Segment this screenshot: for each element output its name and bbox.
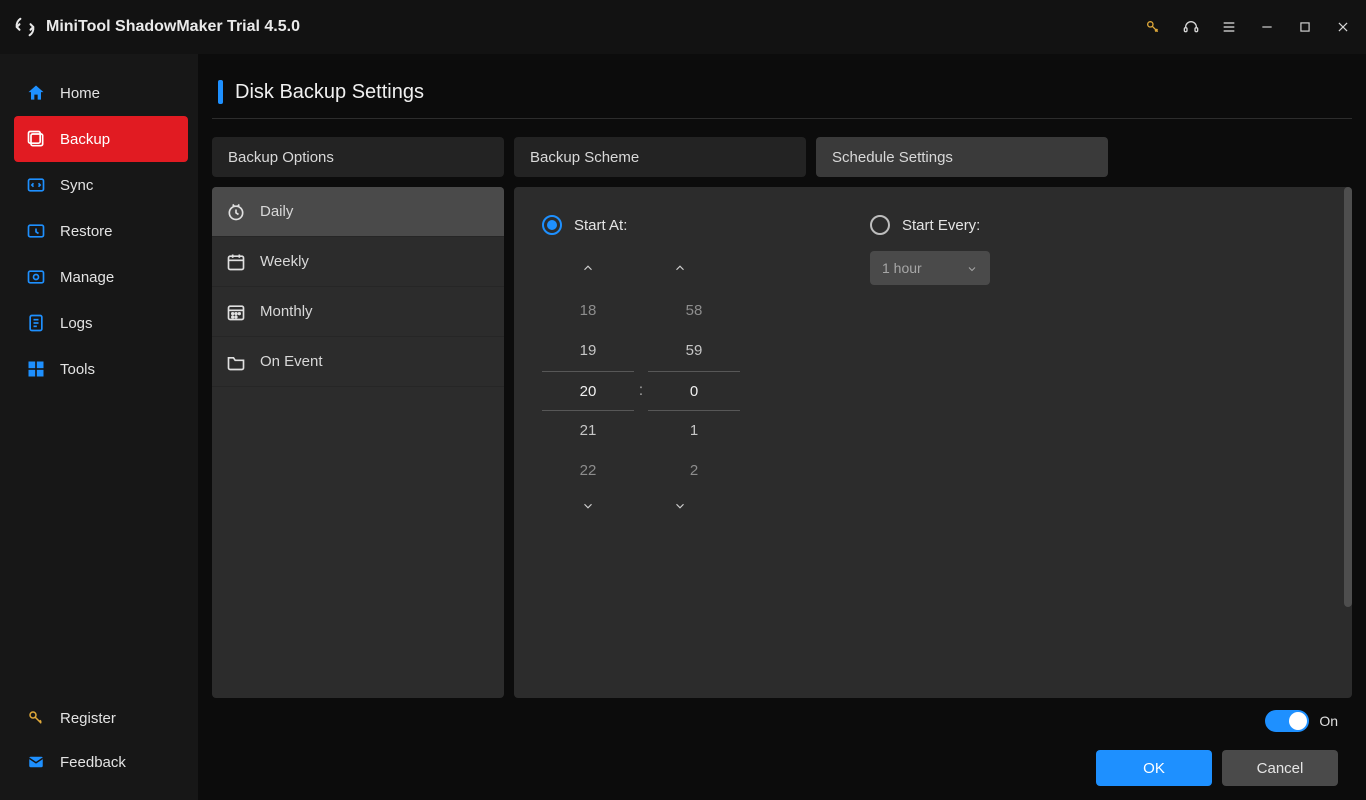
hour-selected: 20 [542, 371, 634, 411]
interval-dropdown[interactable]: 1 hour [870, 251, 990, 285]
hour-option: 18 [542, 291, 634, 331]
radio-label: Start At: [574, 217, 627, 234]
footer: On OK Cancel [212, 698, 1352, 786]
tab-label: Backup Scheme [530, 149, 639, 166]
titlebar: MiniTool ShadowMaker Trial 4.5.0 [0, 0, 1366, 54]
sidebar-item-backup[interactable]: Backup [14, 116, 188, 162]
cancel-button[interactable]: Cancel [1222, 750, 1338, 786]
sidebar-item-label: Home [60, 85, 100, 102]
minute-wheel[interactable]: 58 59 0 1 2 [648, 291, 740, 491]
schedule-config-panel: Start At: 18 19 20 [514, 187, 1352, 698]
subtab-label: Monthly [260, 303, 313, 320]
hour-option: 19 [542, 331, 634, 371]
upgrade-key-icon[interactable] [1144, 18, 1162, 36]
sidebar-item-tools[interactable]: Tools [14, 346, 188, 392]
subtab-label: Weekly [260, 253, 309, 270]
sync-icon [26, 175, 46, 195]
tab-backup-options[interactable]: Backup Options [212, 137, 504, 177]
hour-increase-button[interactable] [542, 253, 634, 283]
subtab-daily[interactable]: Daily [212, 187, 504, 237]
sidebar-item-label: Tools [60, 361, 95, 378]
radio-label: Start Every: [902, 217, 980, 234]
register-key-icon [26, 708, 46, 728]
calendar-month-icon [226, 302, 246, 322]
close-icon[interactable] [1334, 18, 1352, 36]
hour-wheel[interactable]: 18 19 20 21 22 [542, 291, 634, 491]
sidebar-item-register[interactable]: Register [14, 696, 188, 740]
minute-option: 1 [648, 411, 740, 451]
minute-option: 59 [648, 331, 740, 371]
sidebar: Home Backup Sync Restore Manage Logs [0, 54, 198, 800]
feedback-mail-icon [26, 752, 46, 772]
clock-icon [226, 202, 246, 222]
page-header-accent [218, 80, 223, 104]
maximize-icon[interactable] [1296, 18, 1314, 36]
time-separator: : [634, 291, 648, 491]
tab-label: Schedule Settings [832, 149, 953, 166]
sidebar-item-label: Backup [60, 131, 110, 148]
dropdown-value: 1 hour [882, 260, 922, 276]
backup-icon [26, 129, 46, 149]
minute-decrease-button[interactable] [634, 491, 726, 521]
sidebar-item-home[interactable]: Home [14, 70, 188, 116]
hour-decrease-button[interactable] [542, 491, 634, 521]
subtab-label: Daily [260, 203, 293, 220]
content-area: Disk Backup Settings Backup Options Back… [198, 54, 1366, 800]
sidebar-item-label: Sync [60, 177, 93, 194]
sidebar-item-sync[interactable]: Sync [14, 162, 188, 208]
tab-label: Backup Options [228, 149, 334, 166]
minute-option: 58 [648, 291, 740, 331]
support-icon[interactable] [1182, 18, 1200, 36]
sidebar-item-restore[interactable]: Restore [14, 208, 188, 254]
radio-circle-icon [542, 215, 562, 235]
radio-start-at[interactable]: Start At: [542, 215, 740, 235]
sidebar-item-logs[interactable]: Logs [14, 300, 188, 346]
schedule-enabled-toggle[interactable] [1265, 710, 1309, 732]
app-title: MiniTool ShadowMaker Trial 4.5.0 [46, 18, 300, 36]
tab-schedule-settings[interactable]: Schedule Settings [816, 137, 1108, 177]
subtab-label: On Event [260, 353, 323, 370]
folder-icon [226, 352, 246, 372]
time-picker: 18 19 20 21 22 : [542, 253, 740, 521]
tools-icon [26, 359, 46, 379]
subtab-on-event[interactable]: On Event [212, 337, 504, 387]
sidebar-item-label: Logs [60, 315, 93, 332]
calendar-week-icon [226, 252, 246, 272]
home-icon [26, 83, 46, 103]
sidebar-item-manage[interactable]: Manage [14, 254, 188, 300]
page-title: Disk Backup Settings [235, 81, 424, 104]
sidebar-item-feedback[interactable]: Feedback [14, 740, 188, 784]
minute-option: 2 [648, 451, 740, 491]
schedule-subtabs-panel: Daily Weekly Monthly On Event [212, 187, 504, 698]
ok-button[interactable]: OK [1096, 750, 1212, 786]
tab-backup-scheme[interactable]: Backup Scheme [514, 137, 806, 177]
hour-option: 21 [542, 411, 634, 451]
hour-option: 22 [542, 451, 634, 491]
radio-circle-icon [870, 215, 890, 235]
restore-icon [26, 221, 46, 241]
sidebar-item-label: Feedback [60, 754, 126, 771]
minute-increase-button[interactable] [634, 253, 726, 283]
logs-icon [26, 313, 46, 333]
page-header: Disk Backup Settings [212, 74, 1352, 119]
minimize-icon[interactable] [1258, 18, 1276, 36]
radio-start-every[interactable]: Start Every: [870, 215, 990, 235]
settings-tabs: Backup Options Backup Scheme Schedule Se… [212, 137, 1352, 177]
app-logo-icon [14, 16, 36, 38]
titlebar-controls [1144, 18, 1352, 36]
titlebar-left: MiniTool ShadowMaker Trial 4.5.0 [14, 16, 300, 38]
toggle-label: On [1319, 713, 1338, 729]
chevron-down-icon [966, 262, 978, 274]
sidebar-item-label: Manage [60, 269, 114, 286]
minute-selected: 0 [648, 371, 740, 411]
sidebar-item-label: Restore [60, 223, 113, 240]
menu-icon[interactable] [1220, 18, 1238, 36]
subtab-weekly[interactable]: Weekly [212, 237, 504, 287]
sidebar-item-label: Register [60, 710, 116, 727]
manage-icon [26, 267, 46, 287]
subtab-monthly[interactable]: Monthly [212, 287, 504, 337]
